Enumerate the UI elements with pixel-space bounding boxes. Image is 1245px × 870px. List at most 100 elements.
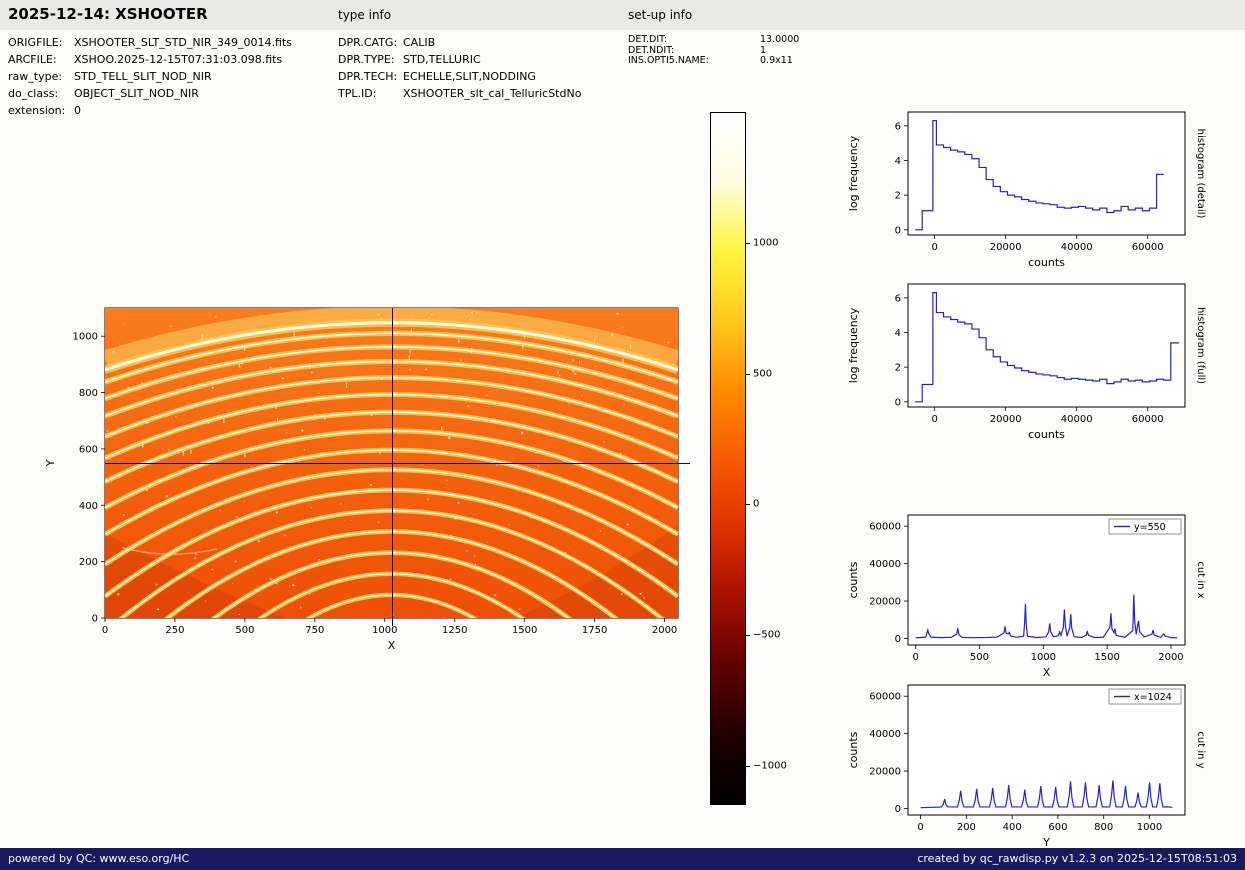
sky-line-mark — [410, 328, 412, 335]
sky-line-mark — [142, 441, 144, 448]
right-axis-label: cut in y — [1195, 731, 1206, 768]
echelle-order — [105, 344, 678, 402]
info-value: XSHOOTER_slt_cal_TelluricStdNo — [403, 87, 582, 100]
hot-pixel — [285, 431, 288, 434]
hot-pixel — [122, 513, 126, 517]
colorbar-tick — [746, 374, 750, 375]
sky-line-mark — [191, 404, 193, 409]
hot-pixel — [616, 312, 619, 315]
y-axis-label: Y — [44, 459, 57, 467]
colorbar-tick — [746, 766, 750, 767]
echelle-order — [164, 529, 619, 618]
x-tick-label: 2000 — [652, 625, 677, 636]
y-tick-label: 1000 — [73, 332, 98, 343]
echelle-order — [105, 449, 678, 535]
hot-pixel — [474, 555, 476, 557]
x-tick-label: 2000 — [1158, 652, 1183, 663]
hot-pixel — [564, 551, 567, 554]
info-row-dprcatg: DPR.CATG: CALIB — [338, 36, 581, 53]
echelle-order — [257, 571, 526, 618]
hot-pixel — [219, 509, 221, 512]
right-axis-label: histogram (full) — [1195, 307, 1206, 384]
echelle-order — [121, 510, 662, 618]
hot-pixel — [621, 379, 624, 382]
footer-qc-link[interactable]: powered by QC: www.eso.org/HC — [8, 848, 189, 870]
hot-pixel — [303, 381, 306, 384]
info-label: TPL.ID: — [338, 87, 377, 100]
hot-pixel — [409, 368, 411, 371]
hot-pixel — [243, 500, 245, 503]
hot-pixel — [215, 316, 217, 318]
echelle-order — [213, 552, 570, 618]
info-row-extension: extension: 0 — [8, 104, 292, 121]
hot-pixel — [380, 594, 382, 596]
info-value: XSHOOTER_SLT_STD_NIR_349_0014.fits — [74, 36, 292, 49]
hot-pixel — [421, 464, 423, 466]
sky-line-mark — [523, 333, 526, 339]
info-row-detdit: DET.DIT: 13.0000 — [628, 34, 799, 45]
sky-line-mark — [620, 452, 622, 456]
echelle-order — [105, 447, 678, 537]
setup-info-heading: set-up info — [628, 8, 693, 22]
hot-pixel — [603, 441, 605, 443]
info-label: DPR.TYPE: — [338, 53, 395, 66]
plot-frame — [907, 111, 1186, 236]
x-tick-label: 0 — [931, 242, 937, 253]
image-background — [105, 308, 678, 618]
info-label: raw_type: — [8, 70, 63, 83]
hot-pixel — [233, 604, 236, 607]
footer-bar: powered by QC: www.eso.org/HC created by… — [0, 848, 1245, 870]
sky-line-mark — [201, 334, 204, 340]
hot-pixel — [211, 568, 214, 571]
hot-pixel — [425, 368, 428, 371]
echelle-order — [105, 489, 678, 597]
type-info-block: DPR.CATG: CALIB DPR.TYPE: STD,TELLURIC D… — [338, 36, 581, 104]
sky-line-mark — [622, 358, 624, 364]
x-tick-label: 1500 — [1094, 652, 1119, 663]
hot-pixel — [117, 592, 120, 596]
hot-pixel — [445, 479, 448, 482]
colorbar-tick — [746, 635, 750, 636]
hot-pixel — [444, 617, 446, 618]
chart-hist_detail: 0 20000 40000 60000 0 2 4 6 counts log frequency h… — [847, 111, 1206, 269]
x-tick-label: 60000 — [1132, 414, 1164, 425]
hot-pixel — [471, 311, 473, 314]
echelle-order — [166, 530, 617, 618]
info-value: OBJECT_SLIT_NOD_NIR — [74, 87, 199, 100]
chart-cut_x: 0 500 1000 1500 20000200004000060000Xcounts c… — [847, 514, 1206, 679]
hot-pixel — [424, 323, 427, 326]
hot-pixel — [449, 534, 452, 537]
hot-pixel — [474, 419, 476, 421]
hot-pixel — [146, 421, 149, 424]
info-value: 0.9x11 — [760, 55, 793, 66]
hot-pixel — [281, 377, 284, 380]
y-tick-label: 0 — [92, 614, 98, 625]
hot-pixel — [275, 582, 278, 585]
hot-pixel — [667, 341, 670, 344]
x-tick-label: 0 — [931, 414, 937, 425]
hot-pixel — [469, 318, 472, 321]
info-label: DPR.TECH: — [338, 70, 398, 83]
hot-pixel — [146, 568, 148, 570]
hot-pixel — [263, 404, 265, 406]
hot-pixel — [594, 365, 597, 367]
hot-pixel — [141, 382, 143, 384]
hot-pixel — [238, 613, 240, 616]
hot-pixel — [168, 449, 171, 451]
info-label: extension: — [8, 104, 66, 117]
sky-line-mark — [470, 347, 473, 354]
hot-pixel — [400, 327, 402, 329]
sky-line-mark — [238, 363, 241, 368]
x-tick-label: 0 — [912, 652, 918, 663]
info-value: 1 — [760, 44, 767, 56]
plot-frame — [907, 684, 1186, 816]
hot-pixel — [292, 583, 295, 587]
footer-created-by: created by qc_rawdisp.py v1.2.3 on 2025-… — [917, 852, 1237, 865]
info-row-dprtype: DPR.TYPE: STD,TELLURIC — [338, 53, 581, 70]
hot-pixel — [193, 557, 197, 560]
x-tick-label: 1500 — [512, 625, 537, 636]
hot-pixel — [457, 501, 460, 504]
y-tick-label: 200 — [79, 557, 98, 568]
crosshair-horizontal — [105, 463, 690, 464]
hot-pixel — [476, 570, 478, 572]
